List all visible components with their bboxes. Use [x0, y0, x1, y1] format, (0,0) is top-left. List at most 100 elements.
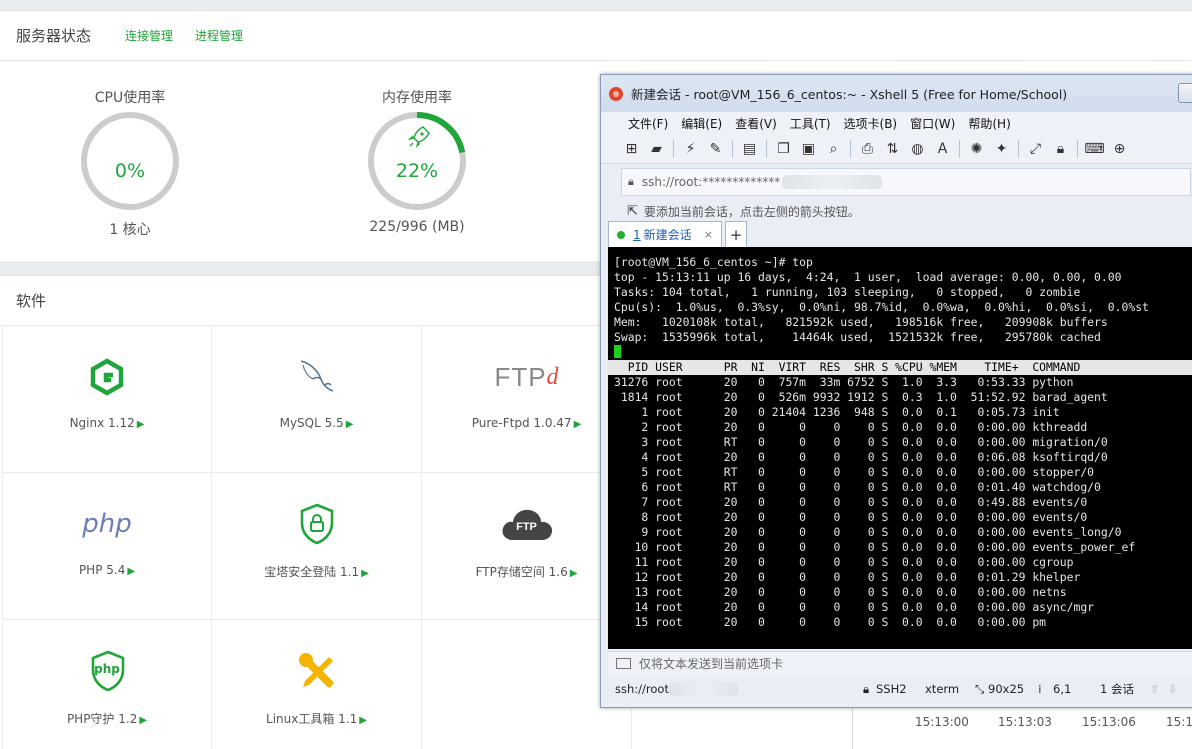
connection-management-link[interactable]: 连接管理 [125, 27, 173, 44]
play-arrow-icon: ▶ [573, 419, 582, 430]
transfer-icon[interactable]: ⇅ [884, 140, 901, 157]
software-item-bt-safe-login[interactable]: 宝塔安全登陆 1.1 ▶ [212, 473, 422, 620]
memory-percent: 22% [395, 160, 439, 182]
find-icon[interactable]: ⌕ [825, 140, 842, 157]
add-tab-button[interactable]: + [725, 221, 747, 247]
tab-close-icon[interactable]: × [704, 228, 713, 241]
menu-help[interactable]: 帮助(H) [968, 115, 1010, 132]
disconnect-icon[interactable]: ✎ [707, 140, 724, 157]
process-row: 5 root RT 0 0 0 0 S 0.0 0.0 0:00.00 stop… [614, 465, 1095, 479]
new-session-icon[interactable]: ⊞ [623, 140, 640, 157]
lock-icon: 🔒︎ [628, 175, 634, 188]
software-item-nginx[interactable]: Nginx 1.12 ▶ [2, 326, 212, 473]
compose-bar[interactable]: 仅将文本发送到当前选项卡 [608, 651, 1192, 675]
menu-view[interactable]: 查看(V) [735, 115, 777, 132]
wrench-screwdriver-icon [212, 648, 421, 694]
arrow-down-icon[interactable]: ⇩ [1168, 682, 1178, 696]
process-row: 13 root 20 0 0 0 0 S 0.0 0.0 0:00.00 net… [614, 585, 1067, 599]
software-item-php-guard[interactable]: php PHP守护 1.2 ▶ [2, 620, 212, 749]
menu-edit[interactable]: 编辑(E) [681, 115, 722, 132]
arrow-up-icon[interactable]: ⇧ [1150, 682, 1160, 696]
open-folder-icon[interactable]: ▰ [648, 140, 665, 157]
chart-time-label: 15:13:06 [1082, 715, 1136, 729]
address-bar[interactable]: 🔒︎ ssh://root:************* [621, 168, 1191, 196]
connected-dot-icon [617, 230, 625, 239]
play-arrow-icon: ▶ [569, 568, 578, 579]
lock-icon[interactable]: 🔒︎ [1052, 140, 1069, 157]
xshell-menu-bar: 文件(F) 编辑(E) 查看(V) 工具(T) 选项卡(B) 窗口(W) 帮助(… [601, 112, 1192, 134]
cpu-cores: 1 核心 [109, 222, 151, 238]
software-item-php[interactable]: php PHP 5.4 ▶ [2, 473, 212, 620]
php-icon: php [3, 501, 211, 547]
connect-icon[interactable]: ⚡ [682, 140, 699, 157]
xshell-status-bar: ssh://root 🔒︎ SSH2 xterm ⤡ 90x25 ⁞ 6,1 1… [608, 677, 1192, 701]
redacted-host [782, 175, 883, 189]
arrow-add-session-icon[interactable]: ⇱ [627, 204, 638, 219]
status-size: 90x25 [988, 682, 1025, 696]
paste-icon[interactable]: ▣ [800, 140, 817, 157]
process-row: 3 root RT 0 0 0 0 S 0.0 0.0 0:00.00 migr… [614, 435, 1108, 449]
process-management-link[interactable]: 进程管理 [195, 27, 243, 44]
menu-window[interactable]: 窗口(W) [910, 115, 955, 132]
terminal-cursor [614, 345, 1192, 360]
chart-time-label: 15:13:03 [998, 715, 1052, 729]
terminal-prompt: [root@VM_156_6_centos ~]# top [614, 255, 813, 269]
play-arrow-icon: ▶ [127, 566, 136, 577]
software-item-label: Linux工具箱 1.1 [266, 712, 358, 726]
process-row: 9 root 20 0 0 0 0 S 0.0 0.0 0:00.00 even… [614, 525, 1122, 539]
xftp-icon[interactable]: ✺ [968, 140, 985, 157]
ftpd-icon-text: FTP [494, 361, 547, 392]
keyboard-icon[interactable]: ⌨ [1084, 140, 1104, 157]
keyboard-icon [616, 658, 631, 669]
status-connection: ssh://root [615, 682, 669, 696]
font-icon[interactable]: A [934, 140, 951, 157]
ftp-cloud-icon-text: FTP [516, 521, 537, 533]
play-arrow-icon: ▶ [139, 715, 148, 726]
menu-tools[interactable]: 工具(T) [790, 115, 831, 132]
xshell-title: 新建会话 - root@VM_156_6_centos:~ - Xshell 5… [631, 87, 1068, 102]
software-item-label: PHP 5.4 [78, 563, 126, 577]
terminal-summary: top - 15:13:11 up 16 days, 4:24, 1 user,… [614, 270, 1192, 345]
terminal-summary-line: Mem: 1020108k total, 821592k used, 19851… [614, 315, 1108, 329]
software-item-mysql[interactable]: MySQL 5.5 ▶ [212, 326, 422, 473]
fullscreen-icon[interactable]: ⤢ [1027, 140, 1044, 157]
process-table: 31276 root 20 0 757m 33m 6752 S 1.0 3.3 … [614, 375, 1192, 630]
chart-time-label: 15:1 [1166, 715, 1192, 729]
mysql-dolphin-icon [212, 354, 421, 400]
window-minimize-button[interactable] [1178, 83, 1192, 103]
play-arrow-icon: ▶ [359, 715, 367, 726]
redacted-host [668, 682, 738, 696]
script-icon[interactable]: ✦ [993, 140, 1010, 157]
cpu-gauge: CPU使用率 0% 1 核心 [70, 87, 190, 239]
software-item-linux-toolbox[interactable]: Linux工具箱 1.1 ▶ [212, 620, 422, 749]
add-icon[interactable]: ⊕ [1111, 140, 1128, 157]
print-icon[interactable]: ⎙ [859, 140, 876, 157]
lock-icon: 🔒︎ [863, 681, 870, 696]
session-hint-text: 要添加当前会话，点击左侧的箭头按钮。 [643, 204, 860, 219]
process-row: 4 root 20 0 0 0 0 S 0.0 0.0 0:06.08 ksof… [614, 450, 1108, 464]
menu-file[interactable]: 文件(F) [628, 115, 668, 132]
software-item-label: FTP存储空间 1.6 [475, 565, 568, 579]
tab-new-session[interactable]: 1 新建会话 × [608, 221, 722, 247]
terminal-screen[interactable]: [root@VM_156_6_centos ~]# top top - 15:13… [608, 247, 1192, 649]
globe-icon[interactable]: ◍ [909, 140, 926, 157]
process-table-header: PID USER PR NI VIRT RES SHR S %CPU %MEM … [608, 360, 1192, 375]
status-protocol: SSH2 [876, 682, 907, 696]
play-arrow-icon: ▶ [345, 419, 354, 430]
software-item-label: 宝塔安全登陆 1.1 [264, 565, 360, 579]
properties-icon[interactable]: ▤ [741, 140, 758, 157]
chart-time-label: 15:13:00 [915, 715, 969, 729]
shield-lock-icon [212, 501, 421, 547]
terminal-summary-line: Swap: 1535996k total, 14464k used, 15215… [614, 330, 1101, 344]
menu-tabs[interactable]: 选项卡(B) [844, 115, 898, 132]
compose-bar-text: 仅将文本发送到当前选项卡 [639, 657, 784, 671]
nginx-icon [3, 354, 211, 400]
php-icon-text: php [82, 509, 132, 539]
xshell-title-bar[interactable]: 新建会话 - root@VM_156_6_centos:~ - Xshell 5… [601, 75, 1192, 112]
resize-icon: ⤡ [975, 681, 985, 696]
toolbar-separator [959, 139, 960, 158]
process-row: 1 root 20 0 21404 1236 948 S 0.0 0.1 0:0… [614, 405, 1060, 419]
play-arrow-icon: ▶ [361, 568, 369, 579]
process-row: 15 root 20 0 0 0 0 S 0.0 0.0 0:00.00 pm [614, 615, 1047, 629]
copy-icon[interactable]: ❐ [775, 140, 792, 157]
